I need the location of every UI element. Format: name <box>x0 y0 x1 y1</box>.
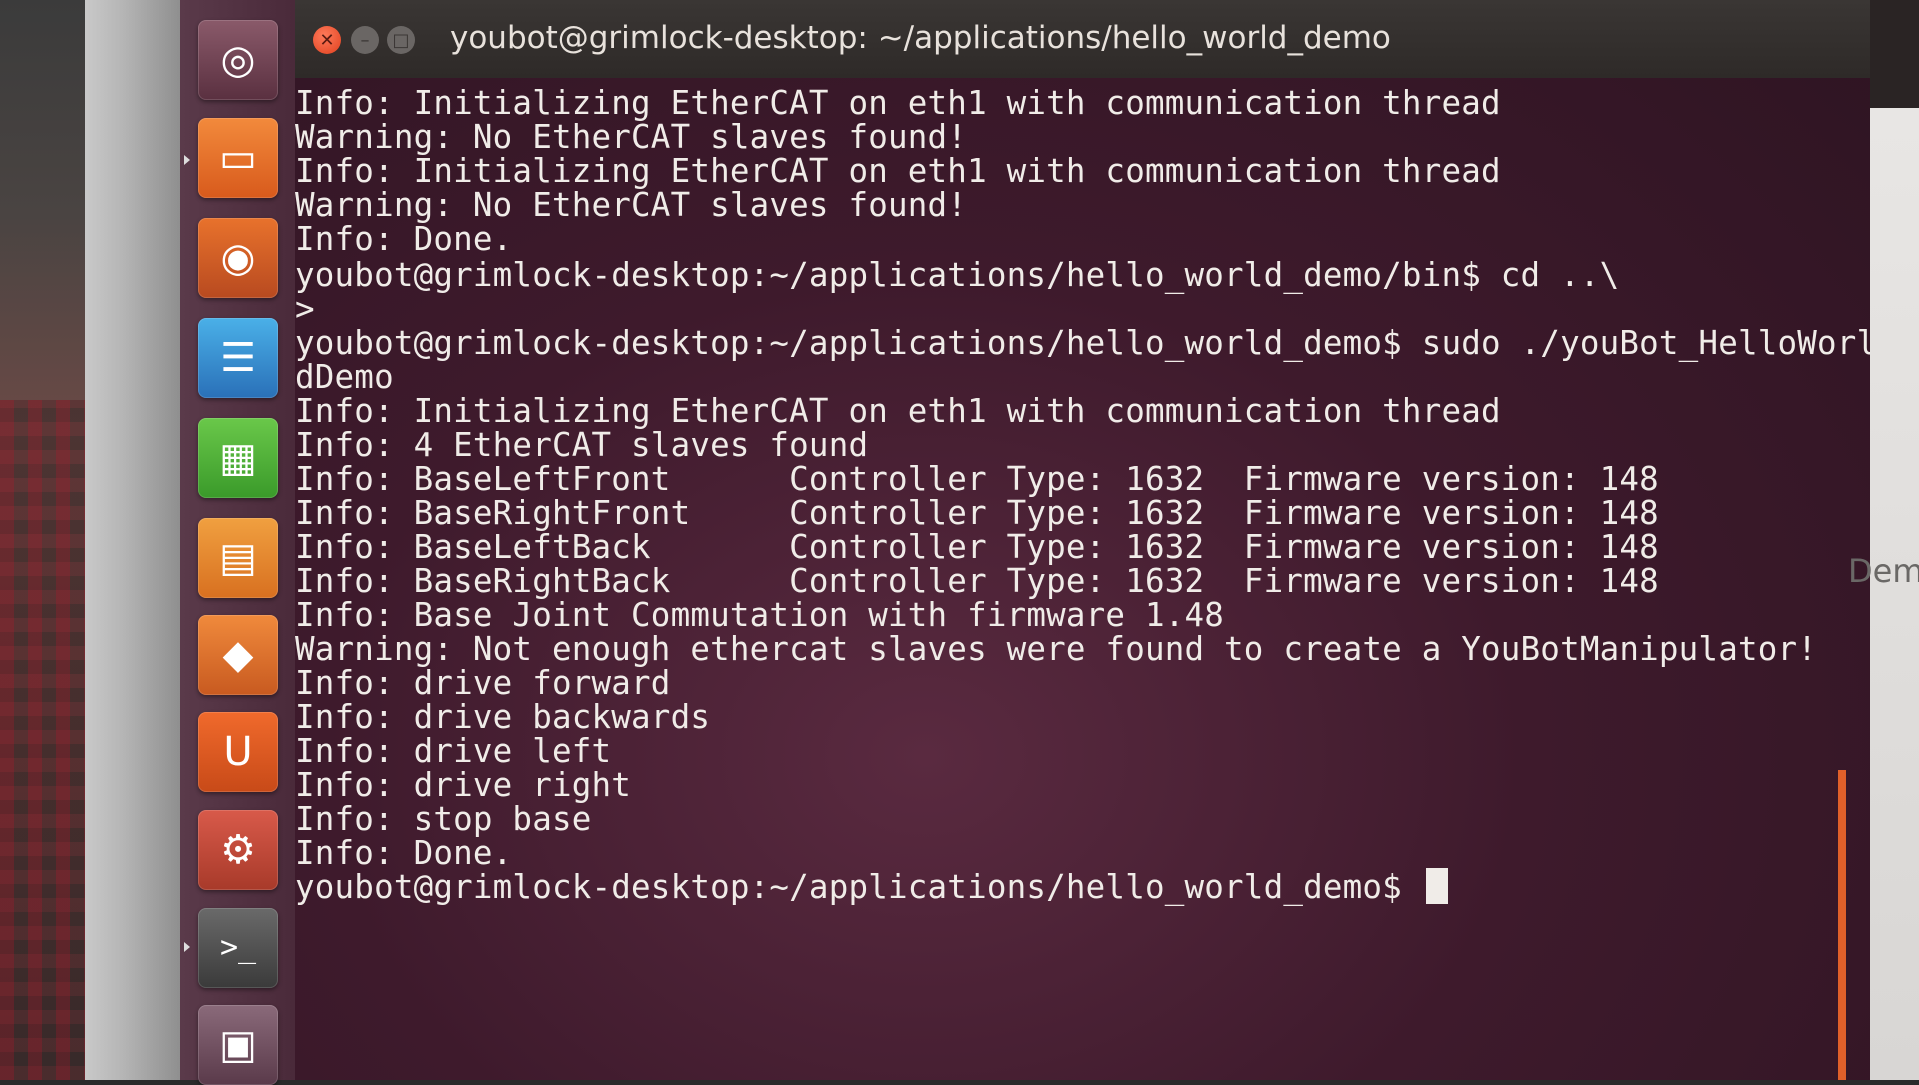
calc-launcher-button[interactable]: ▦ <box>198 418 278 498</box>
settings-icon: ⚙ <box>220 827 256 873</box>
launcher-running-indicator <box>184 942 190 952</box>
files-launcher-button[interactable]: ▭ <box>198 118 278 198</box>
system-settings-launcher-button[interactable]: ⚙ <box>198 810 278 890</box>
background-window-text: Demo <box>1848 552 1919 590</box>
document-icon: ☰ <box>220 335 256 381</box>
firefox-launcher-button[interactable]: ◉ <box>198 218 278 298</box>
workspace-icon: ▣ <box>219 1022 257 1068</box>
minimize-icon: – <box>360 29 370 51</box>
terminal-line: Info: BaseLeftFront Controller Type: 163… <box>295 460 1659 498</box>
terminal-line: Info: Base Joint Commutation with firmwa… <box>295 596 1225 634</box>
accent-strip <box>1838 770 1846 1080</box>
terminal-line: youbot@grimlock-desktop:~/applications/h… <box>295 256 1620 294</box>
workspace-switcher-button[interactable]: ▣ <box>198 1005 278 1085</box>
terminal-line: Info: Done. <box>295 834 513 872</box>
terminal-line: Info: BaseRightFront Controller Type: 16… <box>295 494 1659 532</box>
shopping-bag-icon: ◆ <box>222 632 254 678</box>
dash-home-button[interactable]: ◎ <box>198 20 278 100</box>
maximize-button[interactable]: □ <box>387 26 415 54</box>
close-icon: ✕ <box>319 29 335 51</box>
background-pattern <box>0 400 85 1080</box>
terminal-line: Info: drive forward <box>295 664 671 702</box>
terminal-line: Info: drive left <box>295 732 612 770</box>
launcher-running-indicator <box>184 155 190 165</box>
terminal-line: Info: 4 EtherCAT slaves found <box>295 426 869 464</box>
terminal-line: Info: BaseLeftBack Controller Type: 1632… <box>295 528 1659 566</box>
firefox-icon: ◉ <box>220 235 256 281</box>
monitor-bezel <box>85 0 180 1080</box>
terminal-line: Warning: No EtherCAT slaves found! <box>295 186 968 224</box>
window-titlebar[interactable]: ✕ – □ youbot@grimlock-desktop: ~/applica… <box>295 0 1870 78</box>
presentation-icon: ▤ <box>219 535 257 581</box>
terminal-icon: >_ <box>219 930 257 965</box>
ubuntu-one-launcher-button[interactable]: U <box>198 712 278 792</box>
terminal-line: Warning: No EtherCAT slaves found! <box>295 118 968 156</box>
terminal-prompt: youbot@grimlock-desktop:~/applications/h… <box>295 868 1422 906</box>
terminal-window: ✕ – □ youbot@grimlock-desktop: ~/applica… <box>295 0 1870 1080</box>
text-cursor <box>1425 868 1448 904</box>
spreadsheet-icon: ▦ <box>219 435 257 481</box>
terminal-line: Info: drive right <box>295 766 632 804</box>
writer-launcher-button[interactable]: ☰ <box>198 318 278 398</box>
terminal-line: Info: BaseRightBack Controller Type: 163… <box>295 562 1659 600</box>
terminal-line: Warning: Not enough ethercat slaves were… <box>295 630 1818 668</box>
terminal-line: Info: Initializing EtherCAT on eth1 with… <box>295 84 1501 122</box>
terminal-line: Info: drive backwards <box>295 698 711 736</box>
maximize-icon: □ <box>392 29 410 51</box>
impress-launcher-button[interactable]: ▤ <box>198 518 278 598</box>
unity-launcher: ◎ ▭ ◉ ☰ ▦ ▤ ◆ U ⚙ >_ ▣ <box>180 0 296 1085</box>
background-window-edge <box>1870 0 1919 1080</box>
folder-icon: ▭ <box>219 135 257 181</box>
window-title: youbot@grimlock-desktop: ~/applications/… <box>450 20 1391 56</box>
terminal-line: dDemo <box>295 358 394 396</box>
minimize-button[interactable]: – <box>351 26 379 54</box>
ubuntu-logo-icon: ◎ <box>220 37 256 83</box>
terminal-line: Info: Initializing EtherCAT on eth1 with… <box>295 392 1501 430</box>
ubuntu-one-icon: U <box>223 729 253 775</box>
software-center-launcher-button[interactable]: ◆ <box>198 615 278 695</box>
terminal-line: Info: Initializing EtherCAT on eth1 with… <box>295 152 1501 190</box>
terminal-prompt-line[interactable]: youbot@grimlock-desktop:~/applications/h… <box>295 868 1448 906</box>
terminal-output[interactable]: Info: Initializing EtherCAT on eth1 with… <box>295 80 1870 1080</box>
terminal-line: Info: stop base <box>295 800 592 838</box>
terminal-line: > <box>295 290 315 328</box>
terminal-line: Info: Done. <box>295 220 513 258</box>
close-button[interactable]: ✕ <box>313 26 341 54</box>
terminal-line: youbot@grimlock-desktop:~/applications/h… <box>295 324 1870 362</box>
terminal-launcher-button[interactable]: >_ <box>198 908 278 988</box>
